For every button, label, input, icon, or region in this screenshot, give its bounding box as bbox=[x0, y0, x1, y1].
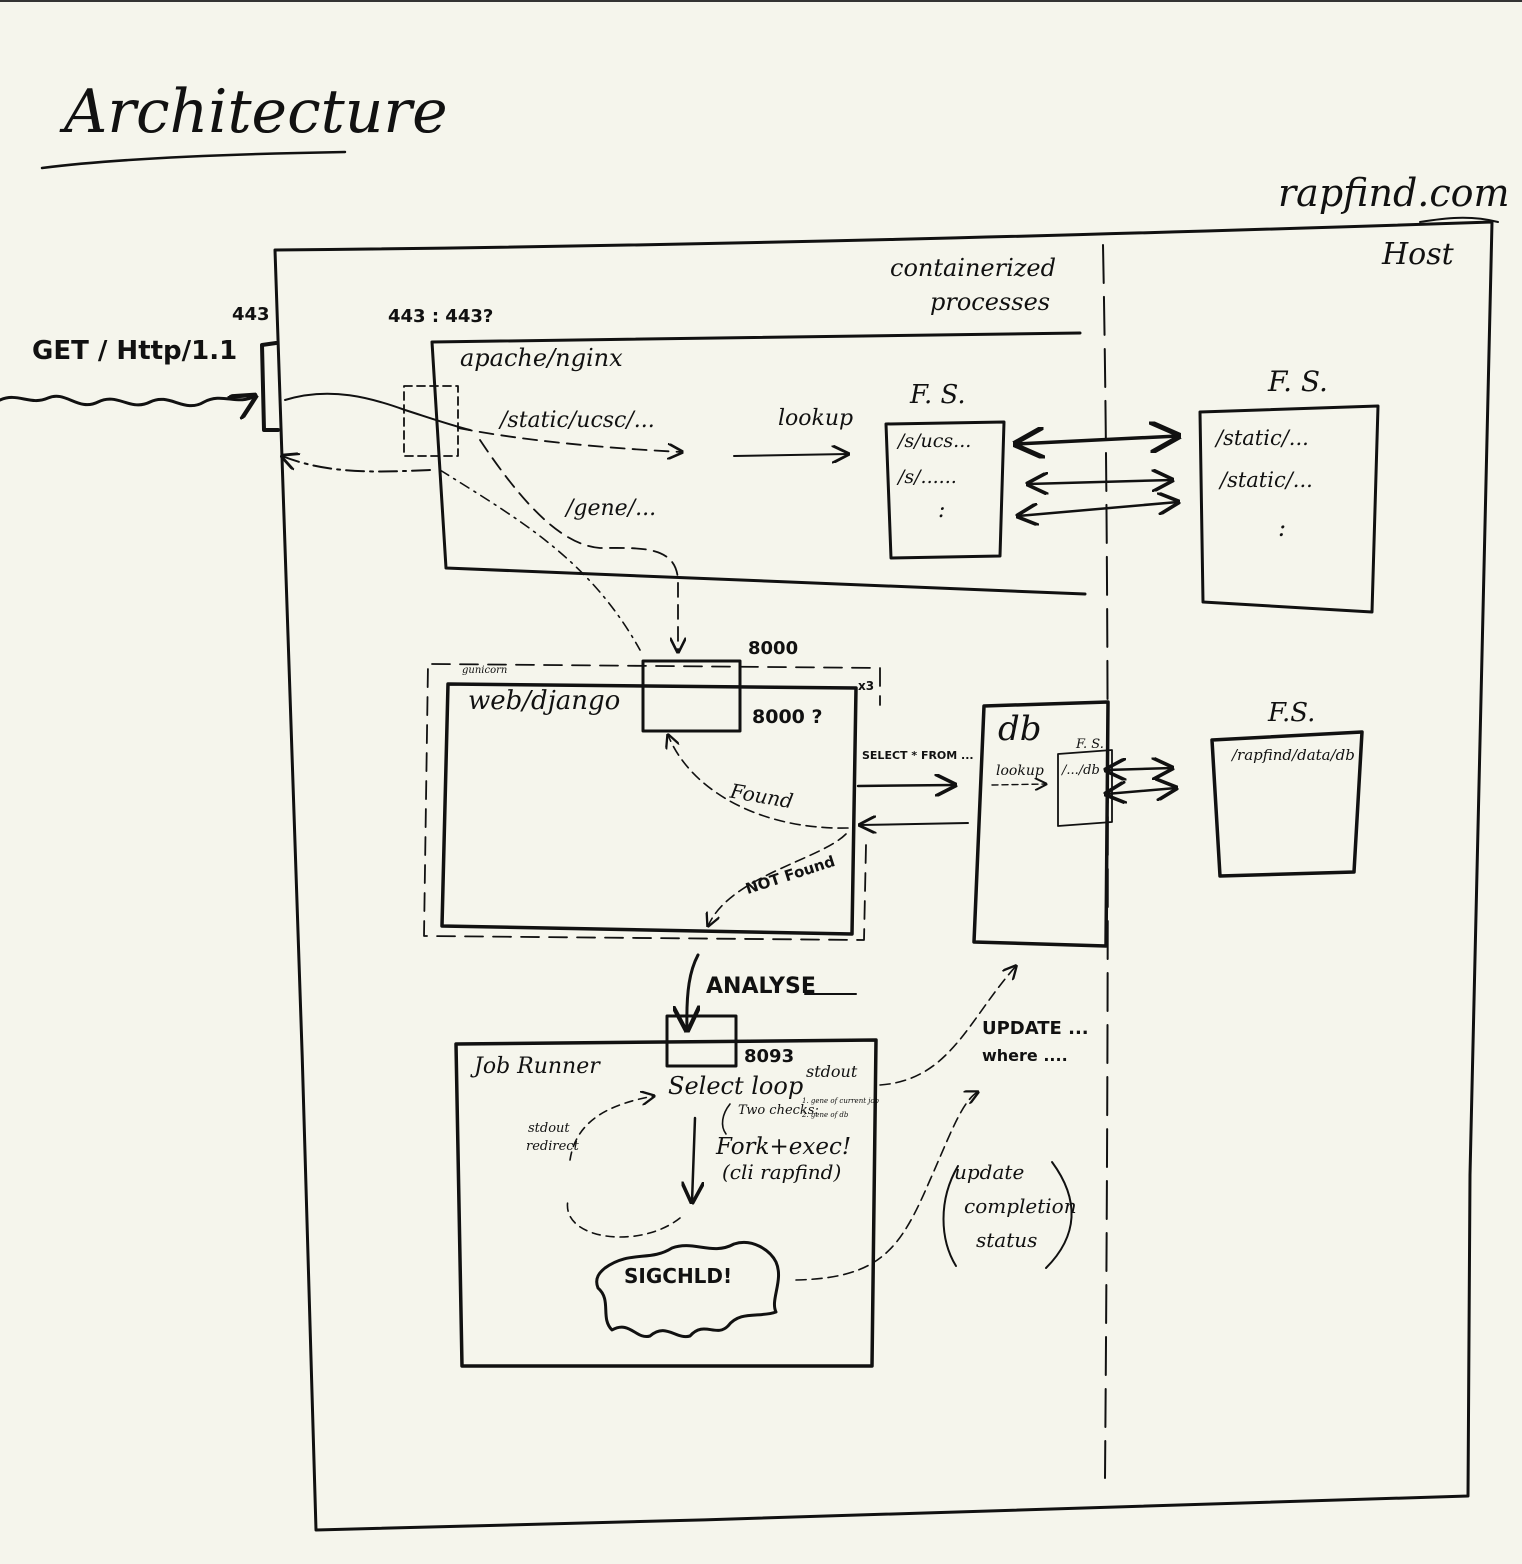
lookup-arrow bbox=[733, 454, 848, 456]
entry-bracket bbox=[260, 341, 280, 432]
host-fs-db-path: /rapfind/data/db bbox=[1232, 746, 1355, 764]
fork-exec-label: Fork+exec! bbox=[716, 1134, 852, 1160]
redirect-loop bbox=[566, 1096, 681, 1238]
analyse-label: ANALYSE bbox=[706, 974, 816, 999]
mount-arrow-2 bbox=[1028, 480, 1172, 484]
fork-arrow bbox=[692, 1116, 695, 1202]
container-label-line2: processes bbox=[930, 288, 1051, 316]
select-loop-label: Select loop bbox=[668, 1072, 804, 1100]
host-fs-db-label: F.S. bbox=[1268, 698, 1316, 728]
update-status-line3: status bbox=[976, 1228, 1038, 1252]
db-fs-label: F. S. bbox=[1076, 737, 1104, 752]
update-status-line2: completion bbox=[964, 1194, 1077, 1218]
db-mount-arrow-2 bbox=[1106, 788, 1176, 794]
sigchld-burst bbox=[595, 1241, 781, 1339]
gunicorn-label: gunicorn bbox=[462, 665, 508, 676]
result-arrow bbox=[860, 823, 969, 825]
db-name: db bbox=[998, 709, 1042, 749]
static-route-label: /static/ucsc/... bbox=[500, 408, 655, 433]
host-fs-static-label: F. S. bbox=[1268, 365, 1328, 398]
update-status-curve bbox=[795, 1092, 978, 1281]
lookup-label: lookup bbox=[778, 406, 854, 431]
job-runner-box bbox=[454, 1038, 878, 1368]
check-2-label: 2. gene of db bbox=[802, 1111, 849, 1119]
redirect-label-line1: stdout bbox=[528, 1121, 570, 1136]
web-replicas: x3 bbox=[858, 679, 875, 693]
host-fs-static-entry-3: : bbox=[1278, 514, 1287, 542]
select-query: SELECT * FROM ... bbox=[862, 749, 974, 762]
proxy-router bbox=[403, 385, 459, 457]
found-curve bbox=[668, 735, 849, 829]
host-label: Host bbox=[1382, 237, 1454, 272]
sigchld-label: SIGCHLD! bbox=[624, 1264, 733, 1288]
title-underline bbox=[40, 150, 347, 170]
proxy-name: apache/nginx bbox=[460, 344, 623, 372]
request-wave bbox=[0, 396, 255, 406]
redirect-label-line2: redirect bbox=[526, 1139, 579, 1154]
update-query-line1: UPDATE ... bbox=[982, 1018, 1089, 1039]
check-1-label: 1. gene of current job bbox=[802, 1097, 880, 1105]
gene-route-label: /gene/... bbox=[566, 496, 657, 521]
db-fs-box bbox=[1057, 749, 1113, 827]
architecture-diagram bbox=[0, 150, 1499, 1532]
host-fs-static-entry-1: /static/... bbox=[1216, 426, 1309, 450]
db-fs-path: /.../db bbox=[1062, 763, 1100, 778]
container-fs-entry-3: : bbox=[938, 498, 946, 523]
update-query-line2: where .... bbox=[982, 1046, 1068, 1065]
job-port: 8093 bbox=[744, 1046, 795, 1067]
page-title: Architecture bbox=[64, 77, 448, 147]
web-port-box bbox=[641, 659, 742, 733]
proxy-ingress bbox=[284, 392, 471, 431]
gene-route bbox=[479, 439, 678, 652]
proxy-port-map: 443 : 443? bbox=[388, 306, 494, 327]
container-fs-entry-2: /s/...... bbox=[898, 466, 957, 488]
client-port: 443 bbox=[232, 304, 270, 325]
container-fs-label: F. S. bbox=[910, 380, 966, 410]
analyse-arrow bbox=[687, 953, 698, 1030]
query-arrow bbox=[856, 785, 955, 786]
db-lookup-arrow bbox=[991, 784, 1046, 785]
container-fs-entry-1: /s/ucs... bbox=[898, 430, 972, 452]
two-checks-paren bbox=[721, 1103, 731, 1135]
web-port: 8000 bbox=[748, 638, 799, 659]
mount-arrow-3 bbox=[1018, 502, 1178, 516]
db-mount-arrow-1 bbox=[1106, 768, 1172, 770]
response-arrow bbox=[282, 456, 431, 473]
mount-arrow-1 bbox=[1016, 436, 1178, 444]
web-port-inner: 8000 ? bbox=[752, 706, 823, 728]
job-runner-name: Job Runner bbox=[474, 1054, 600, 1079]
site-label: rapfind.com bbox=[1278, 171, 1510, 215]
stdout-label: stdout bbox=[806, 1062, 858, 1081]
container-label-line1: containerized bbox=[890, 254, 1056, 282]
client-request: GET / Http/1.1 bbox=[32, 336, 238, 366]
host-fs-static-entry-2: /static/... bbox=[1220, 468, 1313, 492]
cli-label: (cli rapfind) bbox=[722, 1160, 842, 1184]
db-lookup-label: lookup bbox=[996, 763, 1044, 779]
update-status-line1: update bbox=[954, 1160, 1025, 1184]
web-name: web/django bbox=[468, 686, 621, 716]
